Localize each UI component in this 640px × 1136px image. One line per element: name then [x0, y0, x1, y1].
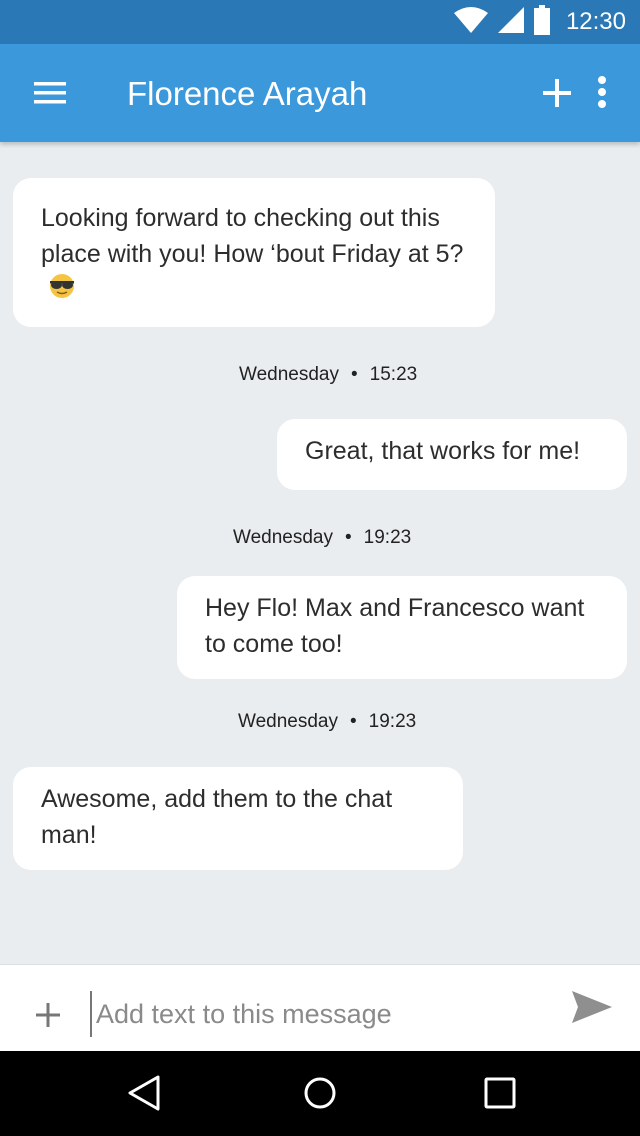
status-time: 12:30: [565, 8, 626, 35]
back-button[interactable]: [124, 1073, 164, 1113]
message-text: Awesome, add them to the chat man!: [41, 785, 393, 849]
add-participant-button[interactable]: [538, 74, 576, 112]
message-bubble-incoming: Looking forward to checking out this pla…: [13, 178, 495, 327]
message-text: Looking forward to checking out this pla…: [41, 204, 464, 268]
timestamp-time: 19:23: [363, 527, 412, 548]
sunglasses-emoji-icon: [47, 273, 77, 309]
status-bar: 12:30: [0, 0, 640, 44]
message-timestamp: Wednesday • 19:23: [238, 711, 416, 733]
message-input[interactable]: [90, 991, 530, 1037]
attach-button[interactable]: [34, 1001, 62, 1029]
timestamp-day: Wednesday: [239, 364, 339, 385]
timestamp-day: Wednesday: [233, 527, 333, 548]
timestamp-time: 19:23: [368, 711, 417, 732]
conversation-title: Florence Arayah: [127, 75, 368, 112]
conversation-thread: Looking forward to checking out this pla…: [0, 142, 640, 964]
separator-dot: •: [350, 711, 357, 732]
hamburger-menu-icon: [34, 82, 66, 104]
message-timestamp: Wednesday • 15:23: [239, 364, 417, 386]
app-bar: Florence Arayah: [0, 44, 640, 142]
message-text: Hey Flo! Max and Francesco want to come …: [205, 594, 585, 658]
battery-icon: [533, 4, 550, 40]
message-bubble-incoming: Awesome, add them to the chat man!: [13, 767, 463, 870]
system-navigation-bar: [0, 1051, 640, 1136]
cell-signal-icon: [497, 6, 524, 38]
home-circle-icon: [304, 1077, 336, 1109]
message-timestamp: Wednesday • 19:23: [233, 527, 411, 549]
send-button[interactable]: [570, 987, 614, 1027]
separator-dot: •: [351, 364, 358, 385]
plus-icon: [543, 79, 571, 107]
more-options-button[interactable]: [590, 72, 614, 112]
message-bubble-outgoing: Great, that works for me!: [277, 419, 627, 490]
more-vert-icon: [598, 76, 606, 108]
home-button[interactable]: [300, 1073, 340, 1113]
timestamp-time: 15:23: [369, 364, 418, 385]
menu-button[interactable]: [30, 74, 70, 114]
wifi-icon: [453, 6, 488, 38]
message-composer: [0, 964, 640, 1051]
message-bubble-outgoing: Hey Flo! Max and Francesco want to come …: [177, 576, 627, 679]
plus-icon: [36, 1003, 60, 1027]
separator-dot: •: [345, 527, 352, 548]
message-text: Great, that works for me!: [305, 437, 581, 465]
back-triangle-icon: [128, 1075, 160, 1111]
recents-button[interactable]: [480, 1073, 520, 1113]
timestamp-day: Wednesday: [238, 711, 338, 732]
send-icon: [572, 991, 612, 1023]
recents-square-icon: [484, 1077, 516, 1109]
